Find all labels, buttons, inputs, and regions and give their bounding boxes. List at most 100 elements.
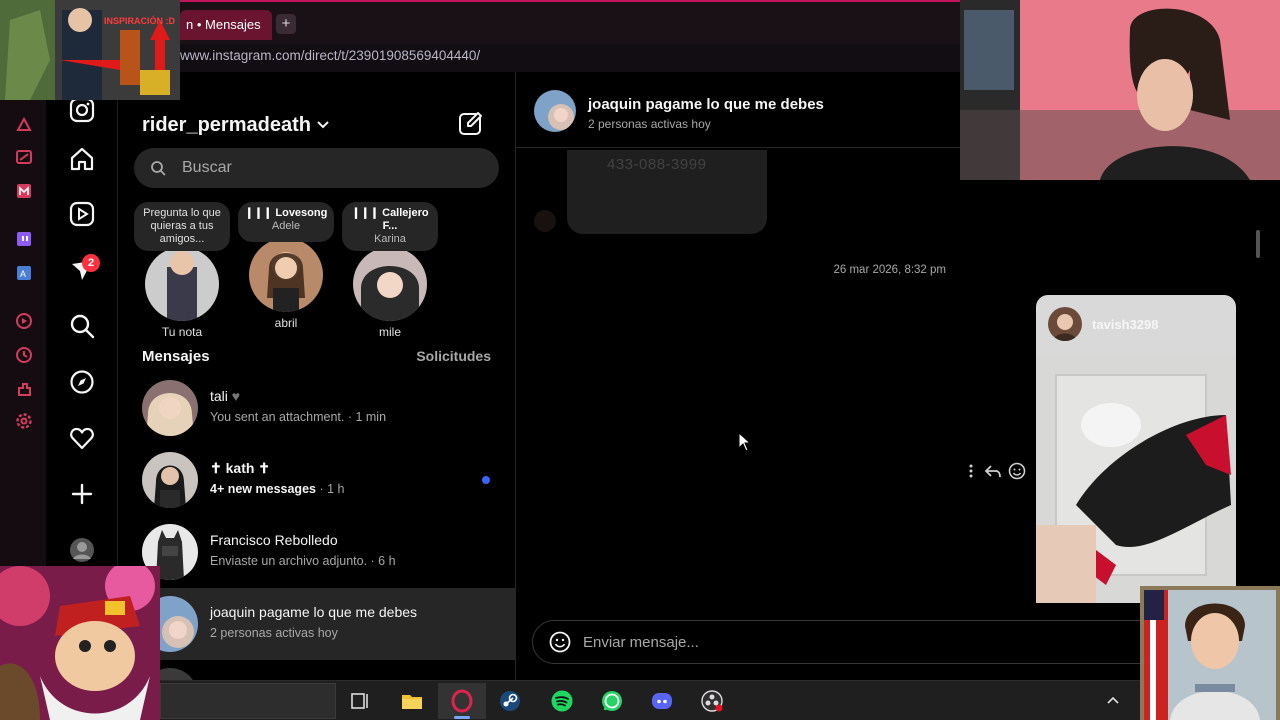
note-name: Tu nota (161, 325, 203, 339)
note-song: Lovesong (275, 207, 328, 219)
avatar[interactable] (145, 247, 219, 321)
search-bar[interactable] (134, 148, 499, 188)
translate-icon[interactable]: A (15, 264, 33, 282)
reply-icon[interactable] (984, 462, 1002, 480)
equalizer-icon: ❙❙❙ (244, 207, 276, 219)
note-bubble[interactable]: ❙❙❙ Callejero F... Karina (342, 202, 438, 251)
search-input[interactable] (182, 148, 482, 188)
extensions-icon[interactable] (15, 380, 33, 398)
tab-mensajes[interactable]: n • Mensajes (180, 10, 272, 40)
spotify-icon (551, 690, 573, 712)
thread-preview: 4+ new messages · 1 h (210, 482, 345, 496)
avatar (142, 452, 198, 508)
spotify-button[interactable] (538, 683, 586, 719)
messages-heading: Mensajes (142, 348, 210, 365)
inbox-panel: rider_permadeath Pregunta lo que quieras… (118, 72, 516, 680)
steam-button[interactable] (486, 683, 534, 719)
chat-scrollbar[interactable] (1256, 230, 1260, 258)
avatar[interactable] (353, 247, 427, 321)
history-icon[interactable] (15, 346, 33, 364)
reel-username[interactable]: tavish3298 (1092, 317, 1159, 332)
opera-browser-button[interactable] (438, 683, 486, 719)
play-icon[interactable] (15, 312, 33, 330)
account-username[interactable]: rider_permadeath (142, 114, 311, 137)
search-icon (151, 161, 166, 176)
unread-indicator (482, 476, 490, 484)
chat-title[interactable]: joaquin pagame lo que me debes (588, 96, 824, 113)
twitch-icon[interactable] (15, 230, 33, 248)
note-own[interactable]: Pregunta lo que quieras a tus amigos... … (130, 202, 234, 339)
shared-card-text: 433-088-3999 (607, 156, 707, 173)
mouse-cursor-icon (738, 432, 752, 452)
explore-icon[interactable] (68, 368, 96, 396)
gmail-icon[interactable] (15, 182, 33, 200)
group-avatar[interactable] (534, 90, 576, 132)
message-timestamp: 26 mar 2026, 8:32 pm (833, 264, 946, 276)
discord-icon (652, 693, 672, 709)
emoji-icon[interactable] (549, 631, 571, 653)
opera-icon (451, 689, 473, 713)
steam-icon (500, 691, 520, 711)
thread-partial[interactable] (118, 660, 516, 680)
note-mile[interactable]: ❙❙❙ Callejero F... Karina mile (338, 202, 442, 339)
chevron-down-icon[interactable] (316, 118, 330, 132)
cartoon-overlay (0, 566, 160, 720)
message-actions (962, 462, 1028, 482)
avatar[interactable] (249, 238, 323, 312)
thread-preview: 2 personas activas hoy (210, 626, 338, 640)
whatsapp-button[interactable] (588, 683, 636, 719)
chat-status: 2 personas activas hoy (588, 117, 711, 131)
discord-button[interactable] (638, 683, 686, 719)
desktop-screen: n • Mensajes + www.instagram.com/direct/… (0, 0, 1280, 720)
sender-avatar (534, 210, 556, 232)
create-plus-icon[interactable] (68, 480, 96, 508)
thread-name: Francisco Rebolledo (210, 532, 338, 548)
react-emoji-icon[interactable] (1008, 462, 1026, 480)
portrait-overlay (1140, 586, 1280, 720)
shopping-icon[interactable] (15, 116, 33, 134)
active-indicator (454, 716, 470, 719)
instagram-logo-icon[interactable] (68, 96, 96, 124)
obs-icon (701, 690, 723, 712)
heart-icon[interactable] (68, 424, 96, 452)
profile-avatar-icon[interactable] (68, 536, 96, 564)
taskbar-search-box[interactable] (160, 683, 336, 719)
file-explorer-button[interactable] (388, 683, 436, 719)
thread-tali[interactable]: tali ♥ You sent an attachment. · 1 min (118, 372, 516, 444)
thread-francisco[interactable]: Francisco Rebolledo Enviaste un archivo … (118, 516, 516, 588)
note-name: abril (274, 316, 298, 330)
thread-name: joaquin pagame lo que me debes (210, 604, 418, 620)
thread-joaquin[interactable]: joaquin pagame lo que me debes 2 persona… (118, 588, 516, 660)
thread-kath[interactable]: ✝ kath ✝ 4+ new messages · 1 h (118, 444, 516, 516)
task-view-button[interactable] (336, 683, 384, 719)
shared-message-card[interactable]: 433-088-3999 (567, 150, 767, 234)
windows-taskbar (0, 680, 1280, 720)
reels-icon[interactable] (68, 200, 96, 228)
avatar (142, 380, 198, 436)
reel-thumbnail[interactable] (1036, 355, 1236, 603)
thumbnail-caption: INSPIRACIÓN :D (104, 16, 176, 26)
tray-chevron-up-icon[interactable] (1106, 693, 1120, 707)
new-tab-button[interactable]: + (276, 14, 296, 34)
whatsapp-icon (602, 691, 622, 711)
shared-reel[interactable]: tavish3298 (1036, 295, 1236, 603)
search-icon[interactable] (68, 312, 96, 340)
new-message-icon[interactable] (458, 110, 484, 136)
url-text[interactable]: www.instagram.com/direct/t/2390190856940… (180, 48, 480, 63)
message-composer[interactable] (532, 620, 1172, 664)
equalizer-icon: ❙❙❙ (351, 207, 383, 219)
note-bubble[interactable]: Pregunta lo que quieras a tus amigos... (134, 202, 230, 251)
note-abril[interactable]: ❙❙❙ Lovesong Adele abril (234, 202, 338, 330)
notes-icon[interactable] (15, 148, 33, 166)
thread-name: ✝ kath ✝ (210, 460, 271, 476)
home-icon[interactable] (68, 145, 96, 173)
requests-link[interactable]: Solicitudes (416, 348, 491, 364)
settings-icon[interactable] (15, 412, 33, 430)
svg-text:A: A (20, 269, 26, 279)
chat-header[interactable]: joaquin pagame lo que me debes 2 persona… (516, 72, 960, 148)
note-artist: Adele (271, 220, 301, 232)
obs-button[interactable] (688, 683, 736, 719)
more-options-icon[interactable] (962, 462, 980, 480)
message-input[interactable] (583, 621, 1123, 663)
note-bubble[interactable]: ❙❙❙ Lovesong Adele (238, 202, 334, 242)
